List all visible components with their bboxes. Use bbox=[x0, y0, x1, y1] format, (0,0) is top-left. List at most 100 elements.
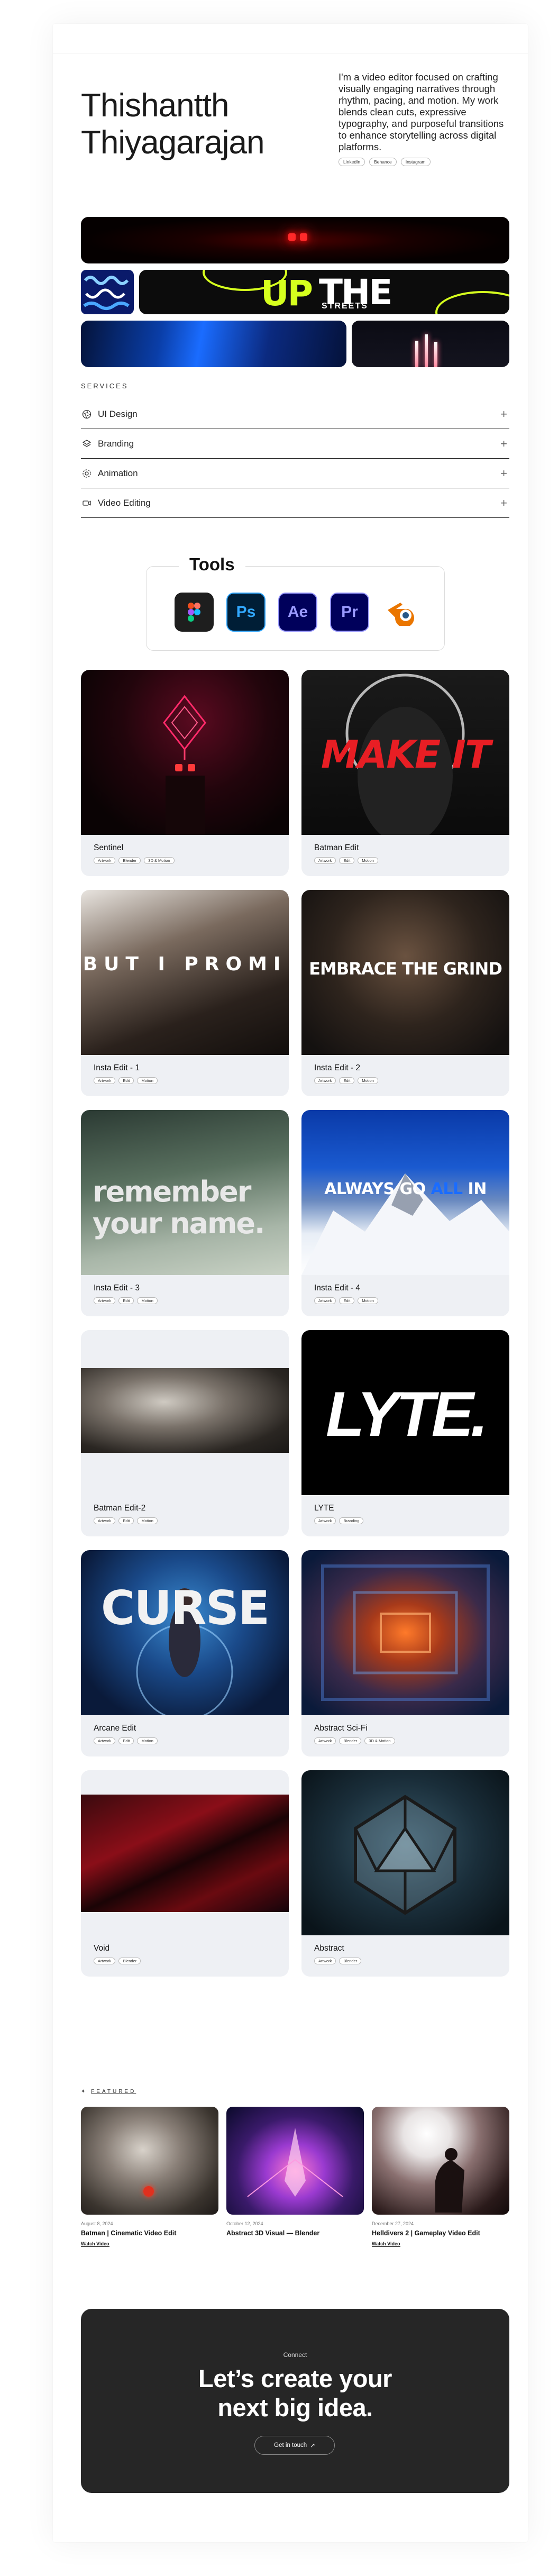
featured-item[interactable]: December 27, 2024 Helldivers 2 | Gamepla… bbox=[372, 2107, 509, 2248]
tag: Artwork bbox=[314, 1297, 336, 1304]
after-effects-icon: Ae bbox=[278, 593, 317, 632]
project-card-insta-edit-2[interactable]: EMBRACE THE GRIND Insta Edit - 2 Artwork… bbox=[301, 890, 509, 1096]
plus-icon[interactable]: + bbox=[500, 437, 507, 451]
tag: Motion bbox=[137, 1297, 158, 1304]
project-tags: Artwork Edit Motion bbox=[94, 1517, 158, 1524]
tag: Blender bbox=[118, 857, 141, 864]
soldier-silhouette-art bbox=[435, 2148, 464, 2213]
project-thumbnail bbox=[301, 1770, 509, 1935]
tag: Artwork bbox=[94, 1958, 116, 1964]
candle bbox=[434, 342, 437, 367]
project-thumbnail: remember your name. bbox=[81, 1110, 289, 1275]
project-tags: Artwork Edit Motion bbox=[94, 1297, 158, 1304]
project-tags: Artwork Blender 3D & Motion bbox=[94, 857, 175, 864]
tag: Artwork bbox=[314, 857, 336, 864]
project-title: Sentinel bbox=[94, 843, 124, 852]
services-list: UI Design + Branding + Animation + Video… bbox=[81, 399, 509, 518]
tag: Motion bbox=[358, 1297, 378, 1304]
featured-title: Helldivers 2 | Gameplay Video Edit bbox=[372, 2229, 480, 2237]
robot-eye-right bbox=[300, 233, 307, 241]
tag: Blender bbox=[339, 1737, 362, 1744]
project-card-void[interactable]: Void Artwork Blender bbox=[81, 1770, 289, 1977]
tag: Edit bbox=[339, 1077, 355, 1084]
featured-thumbnail bbox=[372, 2107, 509, 2215]
project-card-sentinel[interactable]: Sentinel Artwork Blender 3D & Motion bbox=[81, 670, 289, 876]
project-card-lyte[interactable]: LYTE. LYTE Artwork Branding bbox=[301, 1330, 509, 1536]
featured-item[interactable]: August 8, 2024 Batman | Cinematic Video … bbox=[81, 2107, 218, 2248]
hero-name-first: Thishantth bbox=[81, 87, 230, 124]
project-thumbnail: LYTE. bbox=[301, 1330, 509, 1495]
project-card-arcane-edit[interactable]: CURSE Arcane Edit Artwork Edit Motion bbox=[81, 1550, 289, 1756]
cta-kicker: Connect bbox=[283, 2351, 307, 2359]
project-card-insta-edit-1[interactable]: BUT I PROMI Insta Edit - 1 Artwork Edit … bbox=[81, 890, 289, 1096]
project-tags: Artwork Blender bbox=[314, 1958, 362, 1964]
showreel-panel-particles[interactable] bbox=[81, 321, 346, 367]
showreel-panel-robot[interactable] bbox=[81, 217, 509, 263]
project-thumbnail: CURSE bbox=[81, 1550, 289, 1715]
service-label: Video Editing bbox=[98, 497, 151, 508]
project-thumbnail bbox=[81, 1330, 289, 1495]
tag: Artwork bbox=[314, 1517, 336, 1524]
featured-thumbnail bbox=[226, 2107, 364, 2215]
service-animation[interactable]: Animation + bbox=[81, 459, 509, 488]
project-card-insta-edit-4[interactable]: ALWAYS GO ALL IN Insta Edit - 4 Artwork … bbox=[301, 1110, 509, 1316]
showreel-panel-streets[interactable]: UP THE STREETS bbox=[139, 270, 509, 314]
tag: Motion bbox=[358, 1077, 378, 1084]
featured-date: August 8, 2024 bbox=[81, 2221, 113, 2226]
project-card-abstract-sci-fi[interactable]: Abstract Sci-Fi Artwork Blender 3D & Mot… bbox=[301, 1550, 509, 1756]
service-branding[interactable]: Branding + bbox=[81, 429, 509, 459]
watch-video-link[interactable]: Watch Video bbox=[372, 2241, 400, 2247]
hero-name: Thishantth Thiyagarajan bbox=[81, 87, 303, 161]
tag: Edit bbox=[118, 1517, 134, 1524]
project-title: Batman Edit-2 bbox=[94, 1504, 146, 1513]
get-in-touch-button[interactable]: Get in touch ↗ bbox=[254, 2436, 335, 2455]
plus-icon[interactable]: + bbox=[500, 496, 507, 510]
featured-item[interactable]: October 12, 2024 Abstract 3D Visual — Bl… bbox=[226, 2107, 364, 2237]
project-card-batman-edit-2[interactable]: Batman Edit-2 Artwork Edit Motion bbox=[81, 1330, 289, 1536]
plus-icon[interactable]: + bbox=[500, 467, 507, 480]
thumbnail-overlay-text: remember your name. bbox=[93, 1175, 265, 1240]
linkedin-link[interactable]: LinkedIn bbox=[339, 158, 365, 166]
service-ui-design[interactable]: UI Design + bbox=[81, 399, 509, 429]
behance-link[interactable]: Behance bbox=[369, 158, 397, 166]
showreel-panel-candles[interactable] bbox=[352, 321, 509, 367]
project-thumbnail bbox=[301, 1550, 509, 1715]
project-card-batman-edit[interactable]: MAKE IT Batman Edit Artwork Edit Motion bbox=[301, 670, 509, 876]
featured-title: Batman | Cinematic Video Edit bbox=[81, 2229, 177, 2237]
premiere-pro-icon: Pr bbox=[330, 593, 369, 632]
button-label: Get in touch bbox=[274, 2442, 307, 2448]
project-tags: Artwork Edit Motion bbox=[94, 1077, 158, 1084]
featured-title: Abstract 3D Visual — Blender bbox=[226, 2229, 320, 2237]
icosahedron-art bbox=[354, 1795, 456, 1915]
project-title: Abstract Sci-Fi bbox=[314, 1724, 368, 1733]
tag: Artwork bbox=[94, 1297, 116, 1304]
plus-icon[interactable]: + bbox=[500, 407, 507, 421]
instagram-link[interactable]: Instagram bbox=[400, 158, 431, 166]
featured-date: October 12, 2024 bbox=[226, 2221, 263, 2226]
tag: Motion bbox=[137, 1077, 158, 1084]
gear-icon bbox=[81, 468, 93, 479]
streets-text-up: UP bbox=[261, 273, 313, 314]
candle bbox=[425, 334, 428, 367]
social-links: LinkedIn Behance Instagram bbox=[339, 158, 431, 166]
tools-title: Tools bbox=[179, 554, 245, 575]
project-tags: Artwork Blender bbox=[94, 1958, 141, 1964]
thumbnail-overlay-text: MAKE IT bbox=[321, 732, 491, 777]
crystal-art bbox=[247, 2128, 343, 2197]
hero-bio: I'm a video editor focused on crafting v… bbox=[339, 71, 504, 152]
layers-icon bbox=[81, 438, 93, 450]
project-card-insta-edit-3[interactable]: remember your name. Insta Edit - 3 Artwo… bbox=[81, 1110, 289, 1316]
services-heading: SERVICES bbox=[81, 382, 129, 390]
service-video-editing[interactable]: Video Editing + bbox=[81, 488, 509, 518]
tag: Artwork bbox=[314, 1077, 336, 1084]
showreel-panel-graffiti[interactable] bbox=[81, 270, 134, 314]
thumbnail-overlay-text: LYTE. bbox=[325, 1379, 488, 1450]
tag: Edit bbox=[118, 1077, 134, 1084]
thumbnail-overlay-text: BUT I PROMI bbox=[83, 953, 287, 975]
thumbnail-overlay-text: CURSE bbox=[100, 1581, 270, 1635]
project-card-abstract[interactable]: Abstract Artwork Blender bbox=[301, 1770, 509, 1977]
watch-video-link[interactable]: Watch Video bbox=[81, 2241, 109, 2247]
graffiti-art bbox=[83, 276, 130, 310]
tag: Artwork bbox=[314, 1737, 336, 1744]
star-icon: ✦ bbox=[81, 2089, 92, 2095]
